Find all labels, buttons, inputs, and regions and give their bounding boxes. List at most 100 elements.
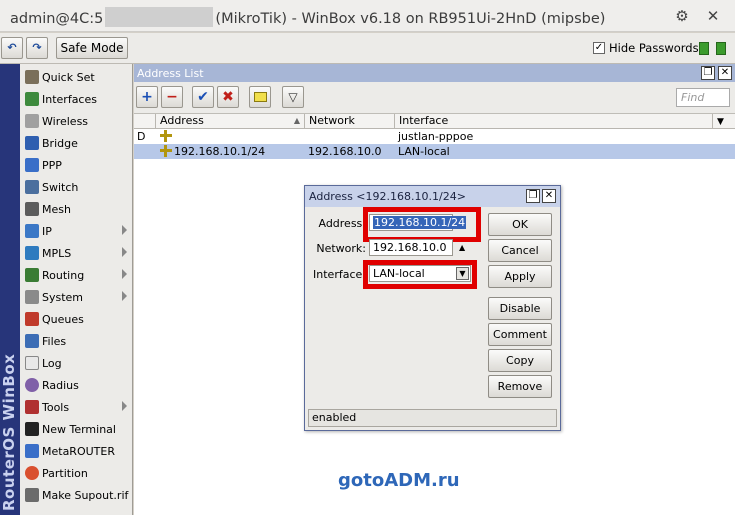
- restore-icon[interactable]: ❐: [701, 66, 715, 80]
- interface-label: Interface:: [313, 268, 366, 281]
- title-suffix: (MikroTik) - WinBox v6.18 on RB951Ui-2Hn…: [215, 11, 606, 27]
- columns-menu-button[interactable]: ▼: [713, 114, 735, 129]
- watermark-text: gotoADM.ru: [338, 470, 460, 491]
- find-input[interactable]: Find: [676, 88, 730, 107]
- sidebar-item-files[interactable]: Files: [20, 330, 133, 352]
- table-row-selected[interactable]: 192.168.10.1/24 192.168.10.0 LAN-local: [134, 144, 735, 159]
- column-header-label: Network: [309, 114, 355, 127]
- column-header-interface[interactable]: Interface: [395, 114, 713, 129]
- close-icon[interactable]: ✕: [703, 6, 723, 26]
- sidebar-item-quick-set[interactable]: Quick Set: [20, 66, 133, 88]
- interfaces-icon: [25, 92, 39, 106]
- sidebar-item-system[interactable]: System: [20, 286, 133, 308]
- address-cell: 192.168.10.1/24: [160, 144, 265, 159]
- enable-button[interactable]: ✔: [192, 86, 214, 108]
- network-field[interactable]: 192.168.10.0: [369, 239, 453, 256]
- submenu-arrow-icon: [122, 291, 127, 301]
- remove-button[interactable]: Remove: [488, 375, 552, 398]
- apply-button[interactable]: Apply: [488, 265, 552, 288]
- sidebar-item-label: Interfaces: [42, 92, 97, 106]
- add-button[interactable]: +: [136, 86, 158, 108]
- files-icon: [25, 334, 39, 348]
- dialog-restore-icon[interactable]: ❐: [526, 189, 540, 203]
- sidebar-item-label: Mesh: [42, 202, 71, 216]
- interface-highlight-box: [363, 260, 477, 289]
- sidebar-item-label: Wireless: [42, 114, 89, 128]
- title-prefix: admin@4C:5: [10, 11, 104, 27]
- ok-button[interactable]: OK: [488, 213, 552, 236]
- ip-icon: [25, 224, 39, 238]
- redacted-block: [105, 7, 214, 27]
- sidebar-item-label: IP: [42, 224, 52, 238]
- quick-set-icon: [25, 70, 39, 84]
- connection-status-icon: [699, 42, 709, 55]
- remove-button[interactable]: −: [161, 86, 183, 108]
- dialog-title: Address <192.168.10.1/24>: [309, 190, 466, 203]
- address-list-title: Address List: [137, 67, 204, 80]
- sidebar-item-label: Tools: [42, 400, 70, 414]
- disable-button[interactable]: ✖: [217, 86, 239, 108]
- sidebar-item-routing[interactable]: Routing: [20, 264, 133, 286]
- mpls-icon: [25, 246, 39, 260]
- metarouter-icon: [25, 444, 39, 458]
- copy-button[interactable]: Copy: [488, 349, 552, 372]
- sidebar-item-tools[interactable]: Tools: [20, 396, 133, 418]
- sidebar-item-mesh[interactable]: Mesh: [20, 198, 133, 220]
- sidebar-item-label: Partition: [42, 466, 88, 480]
- sidebar-item-label: Make Supout.rif: [42, 488, 129, 502]
- dialog-close-icon[interactable]: ✕: [542, 189, 556, 203]
- cancel-button[interactable]: Cancel: [488, 239, 552, 262]
- row-flag: D: [137, 130, 146, 143]
- sidebar-item-interfaces[interactable]: Interfaces: [20, 88, 133, 110]
- filter-button[interactable]: ▽: [282, 86, 304, 108]
- sidebar-item-ppp[interactable]: PPP: [20, 154, 133, 176]
- sidebar-item-label: New Terminal: [42, 422, 116, 436]
- network-cell: 192.168.10.0: [308, 145, 382, 158]
- sidebar-item-mpls[interactable]: MPLS: [20, 242, 133, 264]
- sidebar-item-label: Quick Set: [42, 70, 95, 84]
- table-row[interactable]: D justlan-pppoe: [134, 129, 735, 144]
- dialog-titlebar: Address <192.168.10.1/24> ❐ ✕: [305, 186, 560, 207]
- sidebar-item-make-supout[interactable]: Make Supout.rif: [20, 484, 133, 506]
- sidebar-item-switch[interactable]: Switch: [20, 176, 133, 198]
- close-icon[interactable]: ✕: [718, 66, 732, 80]
- settings-icon[interactable]: ⚙: [672, 6, 692, 26]
- sidebar-item-bridge[interactable]: Bridge: [20, 132, 133, 154]
- sidebar-item-log[interactable]: Log: [20, 352, 133, 374]
- column-header-address[interactable]: Address ▲: [156, 114, 305, 129]
- flag-column-header[interactable]: [134, 114, 156, 129]
- interface-cell: LAN-local: [398, 145, 450, 158]
- sidebar-item-queues[interactable]: Queues: [20, 308, 133, 330]
- address-plus-icon: [160, 145, 172, 157]
- sidebar-item-radius[interactable]: Radius: [20, 374, 133, 396]
- undo-button[interactable]: ↶: [1, 37, 23, 59]
- sidebar-item-label: Files: [42, 334, 67, 348]
- window-titlebar: admin@4C:5 (MikroTik) - WinBox v6.18 on R…: [0, 0, 735, 32]
- comment-button[interactable]: Comment: [488, 323, 552, 346]
- hide-passwords-label: Hide Passwords: [609, 41, 699, 55]
- sidebar-item-new-terminal[interactable]: New Terminal: [20, 418, 133, 440]
- hide-passwords-toggle[interactable]: ✓ Hide Passwords: [593, 41, 699, 55]
- sidebar-item-label: Log: [42, 356, 62, 370]
- column-header-network[interactable]: Network: [305, 114, 395, 129]
- mesh-icon: [25, 202, 39, 216]
- expand-up-icon[interactable]: ▲: [459, 243, 465, 252]
- address-label: Address:: [318, 217, 366, 230]
- column-header-label: Interface: [399, 114, 449, 127]
- comment-button[interactable]: [249, 86, 271, 108]
- sidebar-item-partition[interactable]: Partition: [20, 462, 133, 484]
- sidebar-item-ip[interactable]: IP: [20, 220, 133, 242]
- partition-icon: [25, 466, 39, 480]
- sidebar-item-metarouter[interactable]: MetaROUTER: [20, 440, 133, 462]
- hide-passwords-checkbox[interactable]: ✓: [593, 42, 605, 54]
- disable-button[interactable]: Disable: [488, 297, 552, 320]
- main-toolbar: ↶ ↷ Safe Mode ✓ Hide Passwords: [0, 33, 735, 64]
- secure-status-icon: [716, 42, 726, 55]
- address-plus-icon: [160, 130, 172, 142]
- redo-button[interactable]: ↷: [26, 37, 48, 59]
- safe-mode-button[interactable]: Safe Mode: [56, 37, 128, 59]
- routing-icon: [25, 268, 39, 282]
- supout-icon: [25, 488, 39, 502]
- address-list-titlebar: Address List ❐ ✕: [134, 64, 735, 82]
- sidebar-item-wireless[interactable]: Wireless: [20, 110, 133, 132]
